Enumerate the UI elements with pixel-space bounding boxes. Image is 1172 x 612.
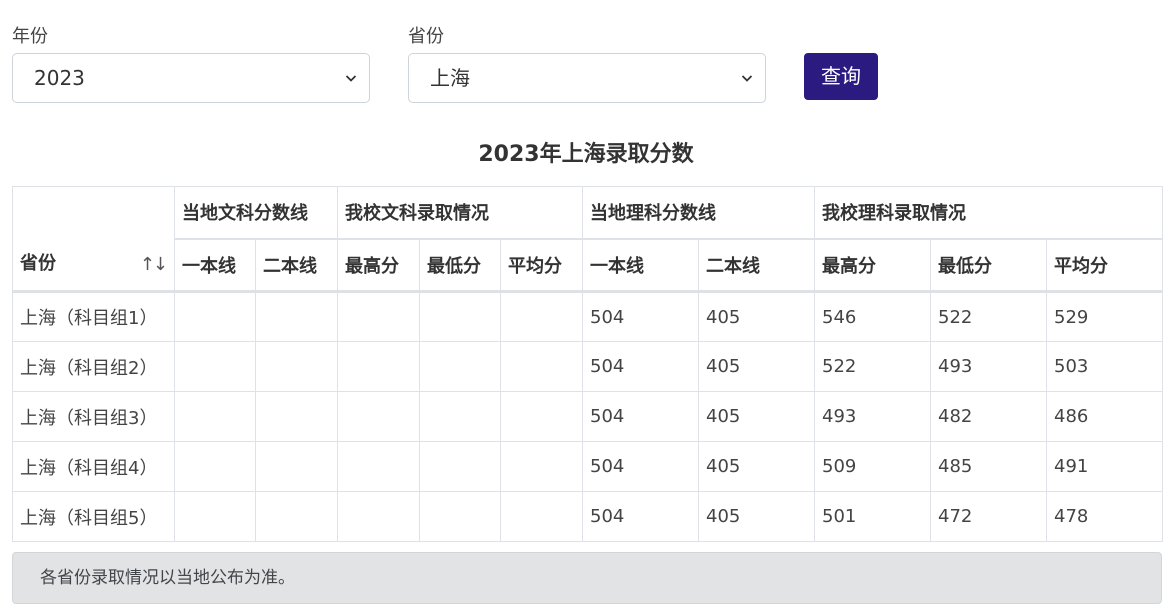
group-header-arts-admit: 我校文科录取情况 xyxy=(337,186,583,239)
cell-province: 上海（科目组4） xyxy=(12,441,175,492)
cell-arts-line2 xyxy=(255,441,338,492)
cell-sci-min: 472 xyxy=(930,491,1047,542)
cell-province: 上海（科目组3） xyxy=(12,391,175,442)
header-arts-avg: 平均分 xyxy=(500,237,583,293)
query-button[interactable]: 查询 xyxy=(804,53,878,100)
chevron-down-icon xyxy=(741,75,753,82)
cell-sci-max: 509 xyxy=(814,441,931,492)
header-sci-min: 最低分 xyxy=(930,237,1047,293)
cell-sci-avg: 491 xyxy=(1046,441,1163,492)
cell-arts-min xyxy=(419,441,501,492)
header-sci-avg: 平均分 xyxy=(1046,237,1163,293)
cell-sci-avg: 529 xyxy=(1046,291,1163,342)
cell-arts-line1 xyxy=(174,391,256,442)
cell-arts-line1 xyxy=(174,441,256,492)
cell-arts-avg xyxy=(500,341,583,392)
year-select-value: 2023 xyxy=(34,66,85,90)
cell-arts-line2 xyxy=(255,391,338,442)
province-label: 省份 xyxy=(408,26,444,47)
cell-province: 上海（科目组1） xyxy=(12,291,175,342)
year-label: 年份 xyxy=(12,26,48,47)
cell-sci-avg: 478 xyxy=(1046,491,1163,542)
group-header-sci-admit: 我校理科录取情况 xyxy=(814,186,1163,239)
cell-sci-min: 493 xyxy=(930,341,1047,392)
header-sci-line1: 一本线 xyxy=(582,237,699,293)
table-title: 2023年上海录取分数 xyxy=(478,142,694,167)
cell-arts-avg xyxy=(500,491,583,542)
cell-sci-line2: 405 xyxy=(698,441,815,492)
header-arts-line2: 二本线 xyxy=(255,237,338,293)
cell-arts-max xyxy=(337,391,420,442)
year-select[interactable]: 2023 xyxy=(12,53,370,103)
cell-arts-min xyxy=(419,391,501,442)
cell-arts-line1 xyxy=(174,491,256,542)
cell-sci-line1: 504 xyxy=(582,391,699,442)
cell-arts-max xyxy=(337,341,420,392)
cell-sci-max: 546 xyxy=(814,291,931,342)
cell-arts-max xyxy=(337,441,420,492)
cell-arts-min xyxy=(419,341,501,392)
cell-arts-min xyxy=(419,291,501,342)
chevron-down-icon xyxy=(345,75,357,82)
table-row: 上海（科目组5） 504 405 501 472 478 xyxy=(12,491,1163,542)
cell-arts-line2 xyxy=(255,491,338,542)
header-sci-line2: 二本线 xyxy=(698,237,815,293)
cell-sci-avg: 503 xyxy=(1046,341,1163,392)
cell-arts-avg xyxy=(500,291,583,342)
cell-arts-max xyxy=(337,491,420,542)
cell-sci-line2: 405 xyxy=(698,491,815,542)
cell-sci-line2: 405 xyxy=(698,291,815,342)
header-arts-line1: 一本线 xyxy=(174,237,256,293)
cell-sci-max: 522 xyxy=(814,341,931,392)
cell-arts-avg xyxy=(500,391,583,442)
cell-sci-line1: 504 xyxy=(582,491,699,542)
cell-sci-line1: 504 xyxy=(582,341,699,392)
cell-arts-line2 xyxy=(255,341,338,392)
cell-sci-min: 482 xyxy=(930,391,1047,442)
cell-sci-line1: 504 xyxy=(582,291,699,342)
table-row: 上海（科目组1） 504 405 546 522 529 xyxy=(12,291,1163,342)
cell-province: 上海（科目组2） xyxy=(12,341,175,392)
cell-sci-line2: 405 xyxy=(698,341,815,392)
header-sci-max: 最高分 xyxy=(814,237,931,293)
province-select-value: 上海 xyxy=(430,66,470,90)
table-row: 上海（科目组2） 504 405 522 493 503 xyxy=(12,341,1163,392)
cell-sci-line1: 504 xyxy=(582,441,699,492)
cell-province: 上海（科目组5） xyxy=(12,491,175,542)
cell-sci-max: 493 xyxy=(814,391,931,442)
cell-arts-avg xyxy=(500,441,583,492)
cell-sci-min: 522 xyxy=(930,291,1047,342)
group-header-sci-line: 当地理科分数线 xyxy=(582,186,815,239)
cell-arts-line1 xyxy=(174,291,256,342)
header-arts-min: 最低分 xyxy=(419,237,501,293)
cell-sci-line2: 405 xyxy=(698,391,815,442)
header-arts-max: 最高分 xyxy=(337,237,420,293)
table-row: 上海（科目组3） 504 405 493 482 486 xyxy=(12,391,1163,442)
group-header-arts-line: 当地文科分数线 xyxy=(174,186,338,239)
cell-arts-line1 xyxy=(174,341,256,392)
sort-icon[interactable]: ↑↓ xyxy=(140,254,168,275)
score-table: 省份 ↑↓ 当地文科分数线 我校文科录取情况 当地理科分数线 我校理科录取情况 … xyxy=(12,186,1163,542)
cell-arts-min xyxy=(419,491,501,542)
cell-arts-line2 xyxy=(255,291,338,342)
province-column-header[interactable]: 省份 ↑↓ xyxy=(12,186,175,293)
cell-arts-max xyxy=(337,291,420,342)
cell-sci-max: 501 xyxy=(814,491,931,542)
notice-alert: 各省份录取情况以当地公布为准。 xyxy=(12,552,1162,604)
province-header-label: 省份 xyxy=(20,253,56,274)
province-select[interactable]: 上海 xyxy=(408,53,766,103)
table-row: 上海（科目组4） 504 405 509 485 491 xyxy=(12,441,1163,492)
cell-sci-avg: 486 xyxy=(1046,391,1163,442)
cell-sci-min: 485 xyxy=(930,441,1047,492)
